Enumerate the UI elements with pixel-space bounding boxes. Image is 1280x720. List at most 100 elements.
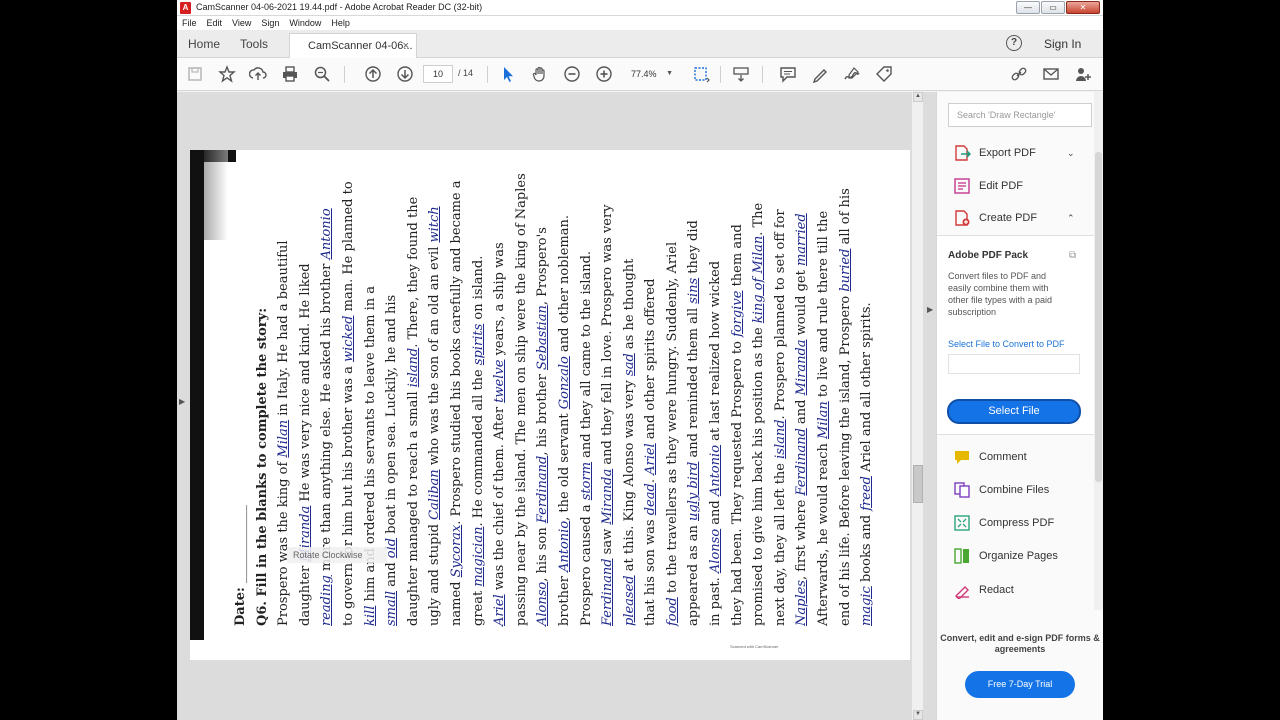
tab-tools[interactable]: Tools <box>240 30 268 58</box>
page-fit-icon[interactable] <box>690 64 712 84</box>
hand-tool-icon[interactable] <box>529 64 551 84</box>
minimize-button[interactable]: — <box>1016 1 1040 14</box>
printed-text: and they all came to the island. <box>578 250 594 462</box>
printed-text: and other nobleman. <box>556 214 572 357</box>
tool-combine-files[interactable]: Combine Files <box>953 480 1049 500</box>
close-window-button[interactable]: ✕ <box>1066 1 1100 14</box>
document-scrollbar[interactable]: ▲ ▼ <box>911 92 923 720</box>
printed-text: was the chief of them. After <box>492 402 508 595</box>
story-line: Ariel was the chief of them. After twelv… <box>489 156 511 626</box>
select-file-button[interactable]: Select File <box>947 399 1081 424</box>
printed-text: them and <box>729 224 745 291</box>
edit-pdf-icon <box>953 177 971 195</box>
chevron-down-icon[interactable]: ⌄ <box>1067 148 1075 159</box>
scroll-up-icon[interactable]: ▲ <box>913 92 923 102</box>
collapse-left-pane-icon[interactable]: ▶ <box>179 397 185 406</box>
printed-text: passing near by the island. The men on s… <box>513 173 529 626</box>
printed-text: next day, they all left the <box>772 458 788 626</box>
print-icon[interactable] <box>279 64 301 84</box>
handwritten-answer: buried <box>837 248 853 292</box>
printed-text: great <box>470 586 486 626</box>
previous-page-icon[interactable] <box>362 64 384 84</box>
handwritten-answer: Milan <box>816 401 832 439</box>
zoom-in-icon[interactable] <box>593 64 615 84</box>
printed-text: daughter managed to reach a small <box>405 387 421 626</box>
document-view[interactable]: ▶ Date: ____________ Q6. Fill in the bla… <box>177 92 936 720</box>
menu-window[interactable]: Window <box>289 18 321 28</box>
tool-organize-pages[interactable]: Organize Pages <box>953 546 1058 566</box>
printed-text: and they fell in love. Prospero was very <box>600 204 616 469</box>
tab-document-label: CamScanner 04-06... <box>308 40 413 52</box>
add-user-icon[interactable] <box>1072 64 1094 84</box>
scroll-thumb[interactable] <box>913 465 923 503</box>
comment-icon[interactable] <box>777 64 799 84</box>
printed-text: daughter <box>297 561 313 626</box>
combine-files-icon <box>953 481 971 499</box>
printed-text: saw <box>600 524 616 559</box>
tab-document[interactable]: CamScanner 04-06... × <box>289 33 417 59</box>
fill-sign-tag-icon[interactable] <box>873 64 895 84</box>
handwritten-answer: magic <box>859 586 875 626</box>
email-icon[interactable] <box>1040 64 1062 84</box>
handwritten-answer: pleased <box>621 575 637 626</box>
search-icon[interactable] <box>311 64 333 84</box>
sign-icon[interactable] <box>841 64 863 84</box>
tool-edit-pdf[interactable]: Edit PDF <box>953 176 1023 196</box>
file-drop-field[interactable] <box>948 354 1080 374</box>
close-tab-icon[interactable]: × <box>403 34 409 58</box>
zoom-out-icon[interactable] <box>561 64 583 84</box>
story-line: that his son was dead. Ariel and other s… <box>640 156 662 626</box>
tool-export-pdf[interactable]: Export PDF ⌄ <box>953 143 1075 163</box>
printed-text: boat in open sea. Luckily, he and his <box>384 294 400 538</box>
menu-view[interactable]: View <box>232 18 251 28</box>
window-title: CamScanner 04-06-2021 19.44.pdf - Adobe … <box>196 2 483 12</box>
keyboard-tools-icon[interactable] <box>730 64 752 84</box>
handwritten-answer: Milan <box>276 419 292 458</box>
menu-bar: File Edit View Sign Window Help <box>177 16 1103 30</box>
bookmark-star-icon[interactable] <box>216 64 238 84</box>
menu-sign[interactable]: Sign <box>261 18 279 28</box>
free-trial-button[interactable]: Free 7-Day Trial <box>965 671 1075 698</box>
tool-compress-pdf[interactable]: Compress PDF <box>953 513 1054 533</box>
story-line: end of his life. Before leaving the isla… <box>835 156 857 626</box>
save-icon[interactable] <box>184 64 206 84</box>
help-icon[interactable]: ? <box>1006 35 1022 51</box>
story-line: promised to give him back his position a… <box>748 156 770 626</box>
worksheet-question: Q6. Fill in the blanks to complete the s… <box>254 307 270 626</box>
story-line: appeared as an ugly bird and reminded th… <box>683 156 705 626</box>
select-cursor-icon[interactable] <box>497 64 519 84</box>
upload-cloud-icon[interactable] <box>247 64 269 84</box>
link-share-icon[interactable] <box>1008 64 1030 84</box>
tool-create-pdf[interactable]: Create PDF ⌃ <box>953 208 1075 228</box>
comment-tool-icon <box>953 448 971 466</box>
highlight-pen-icon[interactable] <box>809 64 831 84</box>
tool-redact[interactable]: Redact <box>953 580 1014 600</box>
printed-text: , the old servant <box>556 409 572 521</box>
handwritten-answer: married <box>794 213 810 267</box>
menu-help[interactable]: Help <box>331 18 350 28</box>
zoom-level-select[interactable]: 77.4% ▼ <box>625 65 677 83</box>
collapse-right-pane-icon[interactable]: ▶ <box>927 305 933 314</box>
menu-file[interactable]: File <box>182 18 197 28</box>
page-number-input[interactable]: 10 <box>423 65 453 83</box>
tab-home[interactable]: Home <box>188 30 220 58</box>
pdf-pack-description: Convert files to PDF and easily combine … <box>948 271 1053 317</box>
tools-search-input[interactable]: Search 'Draw Rectangle' <box>948 103 1092 127</box>
acrobat-window: A CamScanner 04-06-2021 19.44.pdf - Adob… <box>177 0 1103 720</box>
zoom-level: 77.4% <box>631 69 657 79</box>
chevron-up-icon[interactable]: ⌃ <box>1067 213 1075 224</box>
pdf-pack-title: Adobe PDF Pack <box>948 250 1029 261</box>
tool-comment[interactable]: Comment <box>953 447 1027 467</box>
tools-pane-scrollbar[interactable] <box>1094 92 1103 610</box>
select-file-link[interactable]: Select File to Convert to PDF <box>948 339 1065 349</box>
printed-text: and reminded them all <box>686 303 702 462</box>
next-page-icon[interactable] <box>394 64 416 84</box>
copy-icon[interactable]: ⧉ <box>1069 250 1076 261</box>
menu-edit[interactable]: Edit <box>207 18 223 28</box>
handwritten-answer: Miranda <box>600 468 616 525</box>
scroll-down-icon[interactable]: ▼ <box>913 710 923 720</box>
printed-text: to govern for him but his brother was a <box>340 361 356 626</box>
sign-in-button[interactable]: Sign In <box>1044 30 1081 58</box>
page-total: / 14 <box>458 68 474 78</box>
maximize-button[interactable]: ▭ <box>1041 1 1065 14</box>
